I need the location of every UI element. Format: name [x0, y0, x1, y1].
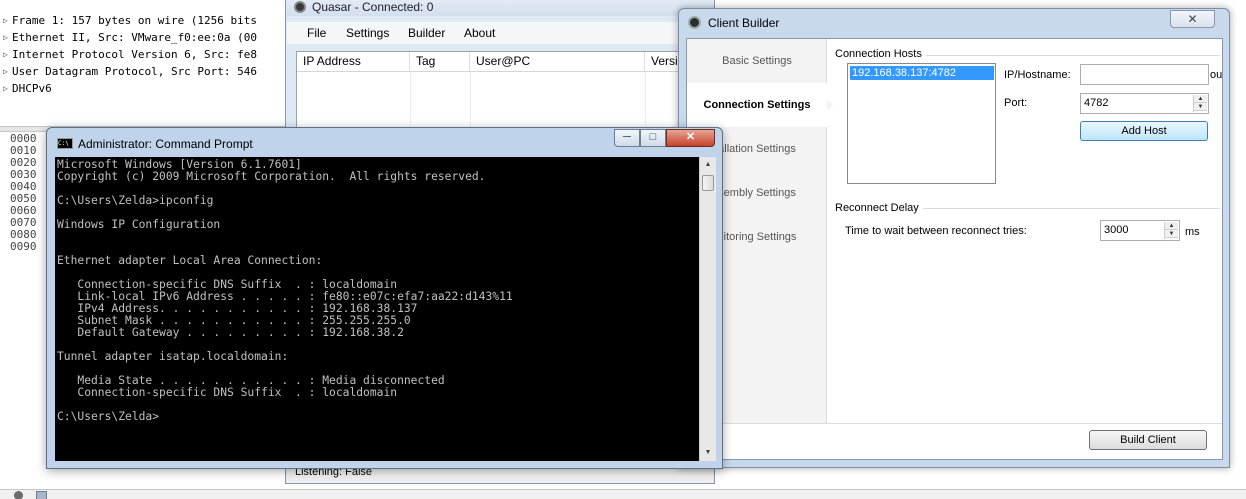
ip-hostname-input[interactable] [1080, 64, 1209, 85]
console-line: Ethernet adapter Local Area Connection: [57, 254, 323, 267]
tree-node-label: User Datagram Protocol, Src Port: 546 [12, 65, 258, 78]
command-prompt-window: C:\ Administrator: Command Prompt ─ □ ✕ … [46, 127, 723, 469]
minimize-button[interactable]: ─ [614, 129, 640, 147]
spin-down-icon[interactable]: ▼ [1194, 103, 1207, 111]
quasar-app-icon [688, 16, 701, 29]
menu-file[interactable]: File [307, 26, 326, 40]
spin-up-icon[interactable]: ▲ [1165, 222, 1178, 230]
console-line: Windows IP Configuration [57, 218, 221, 231]
capture-status-icon[interactable] [14, 491, 23, 499]
reconnect-delay-title: Reconnect Delay [835, 202, 923, 214]
host-list-item[interactable]: 192.168.38.137:4782 [850, 66, 994, 80]
tree-node-ipv6[interactable]: ▷ Internet Protocol Version 6, Src: fe8 [0, 46, 300, 63]
add-host-button[interactable]: Add Host [1080, 121, 1208, 141]
truncated-label: oun [1210, 69, 1222, 81]
tree-node-udp[interactable]: ▷ User Datagram Protocol, Src Port: 546 [0, 63, 300, 80]
spin-up-icon[interactable]: ▲ [1194, 95, 1207, 103]
close-button[interactable]: ✕ [1170, 10, 1215, 28]
console-icon: C:\ [57, 138, 73, 149]
column-tag[interactable]: Tag [410, 52, 470, 72]
tree-node-label: Ethernet II, Src: VMware_f0:ee:0a (00 [12, 31, 258, 44]
nav-basic-settings[interactable]: Basic Settings [687, 39, 827, 83]
hex-offset-column: 0000 0010 0020 0030 0040 0050 0060 0070 … [0, 133, 44, 483]
builder-title: Client Builder [708, 16, 780, 30]
cmd-title: Administrator: Command Prompt [78, 137, 253, 151]
nav-connection-settings[interactable]: Connection Settings [687, 83, 833, 127]
console-line: C:\Users\Zelda> [57, 410, 160, 423]
packet-details-tree: ▷ Frame 1: 157 bytes on wire (1256 bits ▷… [0, 12, 300, 97]
maximize-button[interactable]: □ [640, 129, 666, 147]
builder-content: Basic Settings Connection Settings allat… [686, 38, 1223, 460]
ip-hostname-label: IP/Hostname: [1004, 69, 1071, 81]
reconnect-spinner[interactable]: ▲ ▼ [1164, 222, 1178, 239]
build-client-button[interactable]: Build Client [1089, 430, 1207, 450]
menu-settings[interactable]: Settings [346, 26, 389, 40]
expand-arrow-icon[interactable]: ▷ [3, 63, 8, 80]
tree-node-label: DHCPv6 [12, 82, 52, 95]
scroll-thumb[interactable] [702, 175, 714, 191]
console-output[interactable]: Microsoft Windows [Version 6.1.7601] Copy… [55, 157, 699, 461]
port-spinner[interactable]: ▲ ▼ [1193, 95, 1207, 112]
reconnect-time-label: Time to wait between reconnect tries: [845, 225, 1027, 237]
connection-hosts-title: Connection Hosts [835, 48, 926, 60]
footer-divider [687, 423, 1222, 424]
client-builder-window: Client Builder ✕ Basic Settings Connecti… [678, 8, 1230, 468]
menu-about[interactable]: About [464, 26, 495, 40]
console-scrollbar[interactable]: ▲ ▼ [699, 157, 716, 461]
reconnect-delay-input[interactable]: 3000 ▲ ▼ [1100, 220, 1180, 241]
tree-node-label: Internet Protocol Version 6, Src: fe8 [12, 48, 258, 61]
expert-info-icon[interactable] [36, 491, 47, 499]
port-value: 4782 [1084, 97, 1109, 109]
menu-builder[interactable]: Builder [408, 26, 445, 40]
expand-arrow-icon[interactable]: ▷ [3, 29, 8, 46]
tree-node-ethernet[interactable]: ▷ Ethernet II, Src: VMware_f0:ee:0a (00 [0, 29, 300, 46]
quasar-title-bar[interactable]: Quasar - Connected: 0 [286, 0, 714, 16]
column-ip-address[interactable]: IP Address [297, 52, 410, 72]
console-line: Connection-specific DNS Suffix . : local… [57, 386, 398, 399]
console-line: Tunnel adapter isatap.localdomain: [57, 350, 289, 363]
tree-node-dhcpv6[interactable]: ▷ DHCPv6 [0, 80, 300, 97]
expand-arrow-icon[interactable]: ▷ [3, 80, 8, 97]
quasar-app-icon [294, 1, 306, 13]
quasar-title: Quasar - Connected: 0 [312, 0, 434, 14]
tree-node-frame[interactable]: ▷ Frame 1: 157 bytes on wire (1256 bits [0, 12, 300, 29]
wireshark-status-bar [0, 489, 1246, 499]
console-line: Copyright (c) 2009 Microsoft Corporation… [57, 170, 486, 183]
reconnect-delay-value: 3000 [1104, 224, 1129, 236]
tree-node-label: Frame 1: 157 bytes on wire (1256 bits [12, 14, 258, 27]
port-label: Port: [1004, 97, 1028, 109]
hosts-listbox[interactable]: 192.168.38.137:4782 [847, 63, 996, 184]
scroll-up-icon[interactable]: ▲ [700, 157, 716, 173]
expand-arrow-icon[interactable]: ▷ [3, 12, 8, 29]
hex-offset: 0090 [10, 240, 37, 253]
console-line: Default Gateway . . . . . . . . . : 192.… [57, 326, 404, 339]
quasar-menu-bar: File Settings Builder About [287, 22, 713, 44]
expand-arrow-icon[interactable]: ▷ [3, 46, 8, 63]
spin-down-icon[interactable]: ▼ [1165, 230, 1178, 238]
reconnect-unit: ms [1185, 226, 1200, 238]
port-input[interactable]: 4782 ▲ ▼ [1080, 93, 1209, 114]
console-line: C:\Users\Zelda>ipconfig [57, 194, 214, 207]
close-button[interactable]: ✕ [666, 129, 715, 147]
scroll-down-icon[interactable]: ▼ [700, 445, 716, 461]
column-user-pc[interactable]: User@PC [470, 52, 645, 72]
